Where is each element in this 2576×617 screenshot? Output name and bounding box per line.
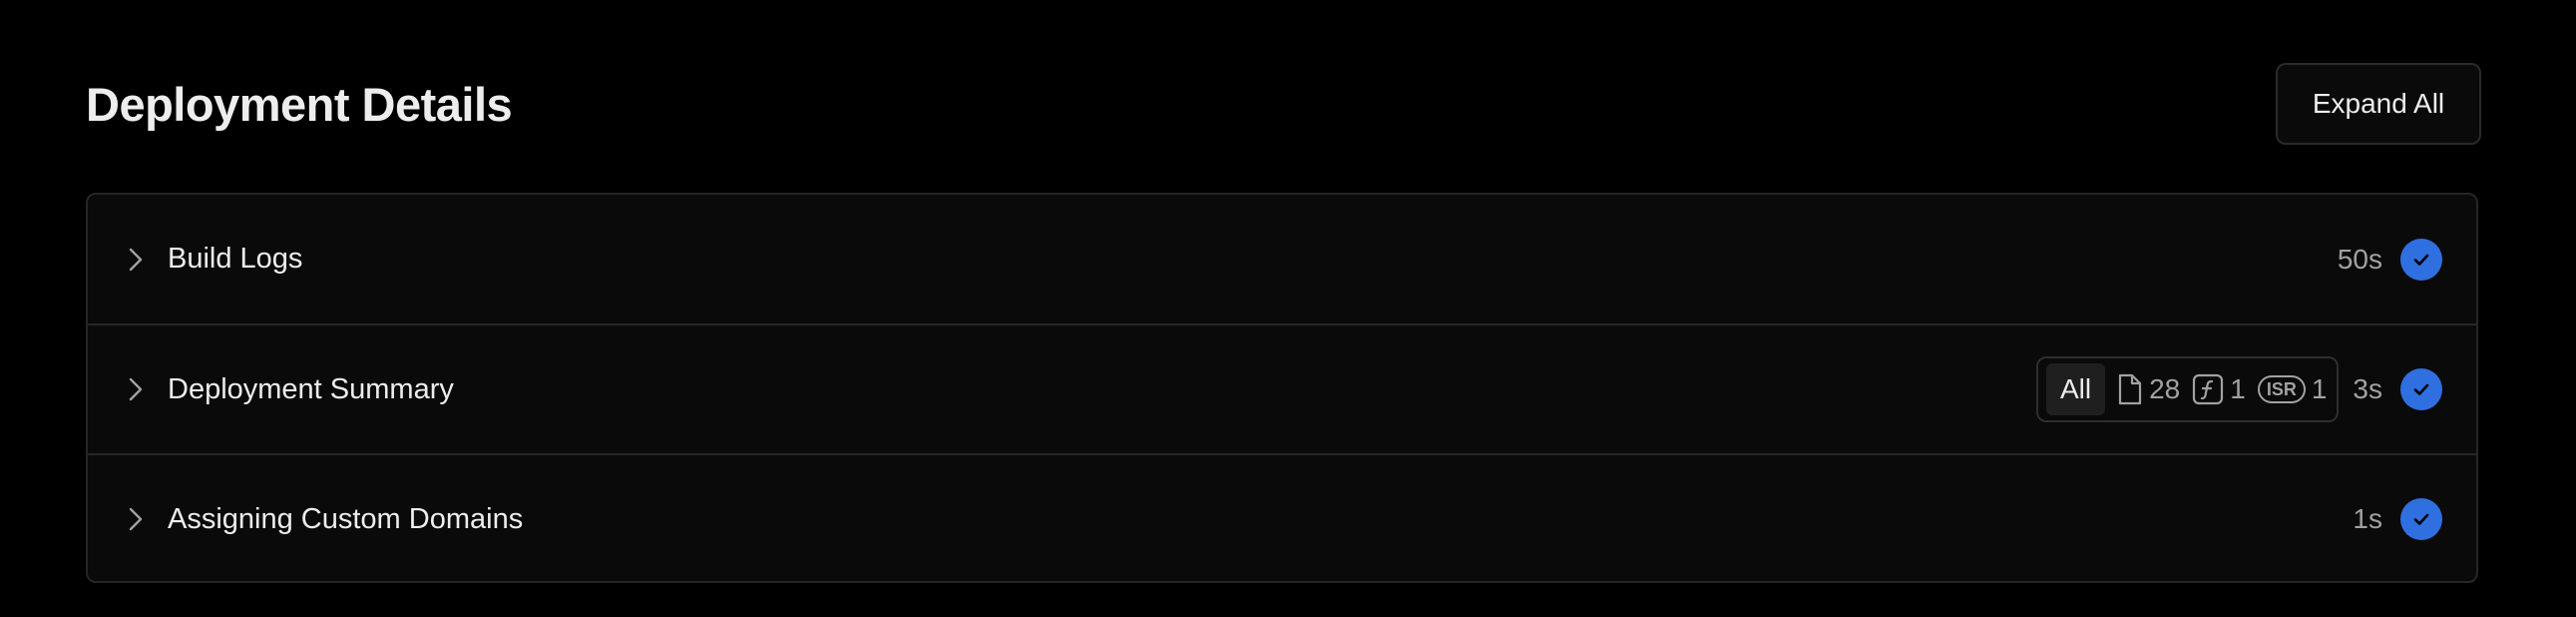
static-count: 28 <box>2149 373 2181 404</box>
row-label: Assigning Custom Domains <box>168 502 524 535</box>
expand-all-button[interactable]: Expand All <box>2276 63 2481 145</box>
check-circle-icon <box>2400 498 2442 540</box>
deployment-summary-row[interactable]: Deployment Summary All 28 1 ISR 1 3s <box>88 323 2476 453</box>
function-icon <box>2192 373 2224 405</box>
filter-all-button[interactable]: All <box>2045 363 2106 415</box>
deployment-steps-panel: Build Logs 50s Deployment Summary All 28… <box>86 193 2478 583</box>
deployment-details-page: Deployment Details Expand All Build Logs… <box>86 0 2481 617</box>
function-count: 1 <box>2230 373 2246 404</box>
isr-count: 1 <box>2311 373 2328 404</box>
file-icon <box>2117 373 2143 405</box>
duration-text: 50s <box>2337 243 2382 275</box>
duration-text: 1s <box>2353 503 2382 534</box>
filter-isr-button[interactable]: ISR 1 <box>2257 363 2328 415</box>
assigning-custom-domains-row[interactable]: Assigning Custom Domains 1s <box>88 453 2476 581</box>
build-logs-row[interactable]: Build Logs 50s <box>88 195 2476 323</box>
filter-static-button[interactable]: 28 <box>2117 363 2180 415</box>
resource-filter-group: All 28 1 ISR 1 <box>2035 356 2340 422</box>
duration-text: 3s <box>2353 373 2382 404</box>
check-circle-icon <box>2400 368 2442 410</box>
row-label: Deployment Summary <box>168 372 454 405</box>
chevron-right-icon[interactable] <box>126 375 146 403</box>
row-status-area: 50s <box>2337 238 2442 281</box>
row-status-area: All 28 1 ISR 1 3s <box>2035 356 2442 422</box>
row-label: Build Logs <box>168 243 303 275</box>
row-status-area: 1s <box>2353 498 2442 540</box>
isr-icon: ISR <box>2257 375 2306 403</box>
chevron-right-icon[interactable] <box>126 246 146 274</box>
chevron-right-icon[interactable] <box>126 505 146 533</box>
page-title: Deployment Details <box>86 78 513 131</box>
filter-function-button[interactable]: 1 <box>2192 363 2246 415</box>
check-circle-icon <box>2400 238 2442 281</box>
